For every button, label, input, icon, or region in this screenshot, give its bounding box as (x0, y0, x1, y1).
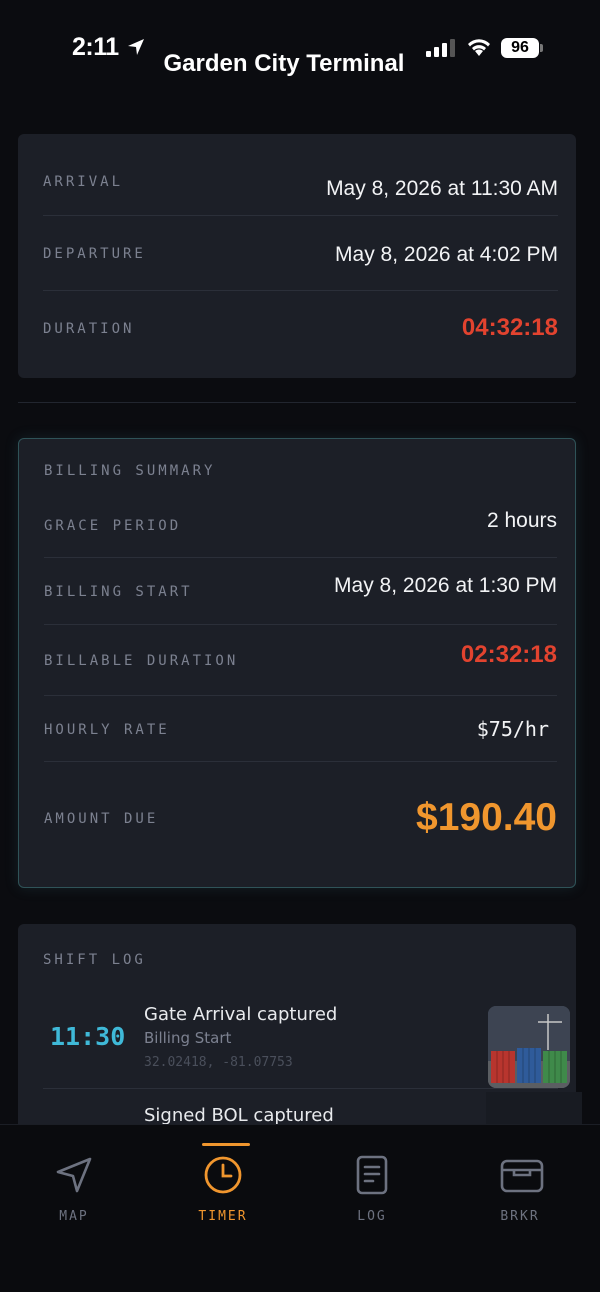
departure-value: May 8, 2026 at 4:02 PM (335, 243, 558, 266)
tab-log[interactable]: LOG (312, 1125, 432, 1245)
log-entry-thumbnail[interactable] (488, 1006, 570, 1088)
billable-duration-value: 02:32:18 (460, 641, 557, 668)
clock-icon (204, 1156, 242, 1194)
page-title: Garden City Terminal (163, 50, 405, 77)
tab-bar: MAP TIMER LOG BRKR (0, 1124, 600, 1292)
arrival-label: ARRIVAL (43, 174, 124, 190)
amount-due-value: $190.40 (416, 796, 557, 839)
duration-label: DURATION (43, 321, 135, 337)
tab-log-label: LOG (357, 1209, 387, 1224)
tab-timer[interactable]: TIMER (163, 1125, 283, 1245)
navigation-arrow-icon (56, 1157, 92, 1193)
log-entry-separator (43, 1088, 558, 1089)
billing-start-value: May 8, 2026 at 1:30 PM (334, 574, 557, 597)
tab-brkr[interactable]: BRKR (460, 1125, 580, 1245)
duration-row: DURATION 04:32:18 (43, 291, 558, 371)
billable-duration-row: BILLABLE DURATION 02:32:18 (44, 625, 557, 696)
visit-times-card: ARRIVAL May 8, 2026 at 11:30 AM DEPARTUR… (18, 134, 576, 378)
tab-map[interactable]: MAP (14, 1125, 134, 1245)
container-yard-image (488, 1006, 570, 1088)
billable-duration-label: BILLABLE DURATION (44, 653, 239, 669)
arrival-value: May 8, 2026 at 11:30 AM (326, 177, 558, 200)
grace-period-row: GRACE PERIOD 2 hours (44, 491, 557, 558)
log-entry-event: Gate Arrival captured (144, 1004, 338, 1025)
status-bar: 2:11 96 Garden City Terminal (0, 0, 600, 90)
active-tab-indicator (202, 1143, 250, 1146)
tab-brkr-label: BRKR (500, 1209, 540, 1224)
wallet-card-icon (500, 1159, 544, 1193)
grace-period-label: GRACE PERIOD (44, 518, 182, 534)
departure-row: DEPARTURE May 8, 2026 at 4:02 PM (43, 216, 558, 291)
duration-value: 04:32:18 (461, 314, 558, 341)
log-entry-event[interactable]: Signed BOL captured (144, 1105, 334, 1126)
billing-summary-title: BILLING SUMMARY (44, 463, 216, 479)
section-divider (18, 402, 576, 403)
log-entry-time: 11:30 (50, 1022, 126, 1051)
amount-due-row: AMOUNT DUE $190.40 (44, 762, 557, 872)
billing-start-row: BILLING START May 8, 2026 at 1:30 PM (44, 558, 557, 625)
shift-log-title: SHIFT LOG (43, 952, 146, 968)
amount-due-label: AMOUNT DUE (44, 811, 159, 827)
departure-label: DEPARTURE (43, 246, 146, 262)
hourly-rate-label: HOURLY RATE (44, 722, 170, 738)
log-entry-subtitle: Billing Start (144, 1029, 232, 1047)
billing-start-label: BILLING START (44, 584, 193, 600)
billing-summary-card: BILLING SUMMARY GRACE PERIOD 2 hours BIL… (18, 438, 576, 888)
tab-timer-label: TIMER (198, 1209, 248, 1224)
log-entry-coordinates: 32.02418, -81.07753 (144, 1055, 293, 1070)
grace-period-value: 2 hours (486, 509, 557, 532)
hourly-rate-value: $75/hr (476, 717, 549, 741)
tab-map-label: MAP (59, 1209, 89, 1224)
document-icon (356, 1155, 388, 1195)
arrival-row: ARRIVAL May 8, 2026 at 11:30 AM (43, 134, 558, 216)
hourly-rate-row: HOURLY RATE $75/hr (44, 696, 557, 762)
